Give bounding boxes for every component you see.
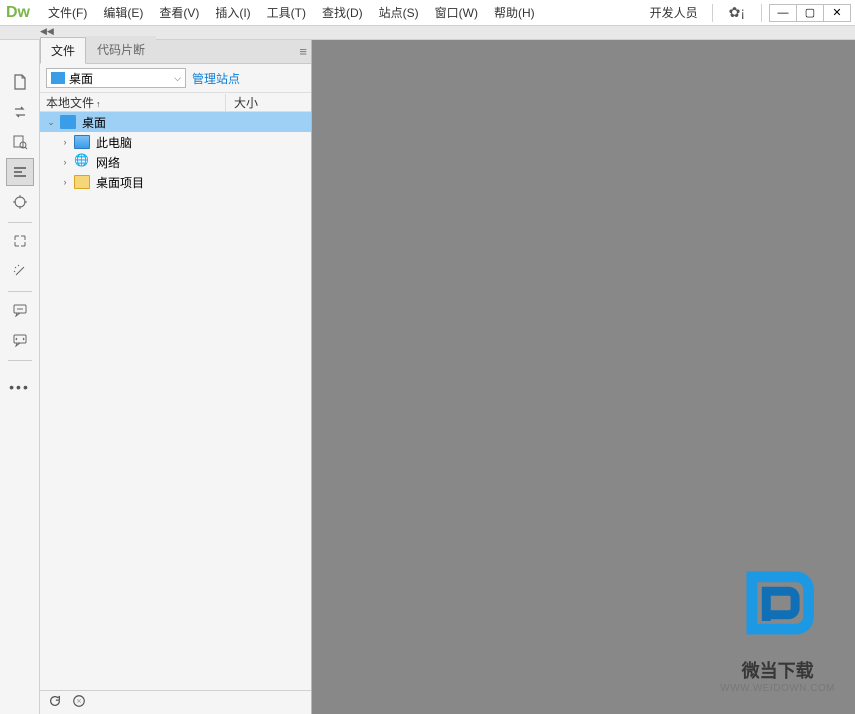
- file-list-header: 本地文件↑ 大小: [40, 92, 311, 112]
- tree-label: 桌面: [82, 114, 106, 131]
- panel-toolbar: 桌面 ⌵ 管理站点: [40, 64, 311, 92]
- expand-icon[interactable]: ›: [58, 177, 72, 187]
- menu-view[interactable]: 查看(V): [151, 0, 207, 25]
- app-logo: Dw: [6, 4, 30, 22]
- menu-tools[interactable]: 工具(T): [259, 0, 314, 25]
- collapse-icon[interactable]: ⌄: [44, 117, 58, 128]
- header-local-files[interactable]: 本地文件↑: [46, 94, 226, 111]
- panel-menu-icon[interactable]: ≡: [299, 44, 307, 59]
- computer-icon: [74, 135, 90, 149]
- menu-window[interactable]: 窗口(W): [427, 0, 486, 25]
- tree-item-folder[interactable]: › 桌面项目: [40, 172, 311, 192]
- chevron-down-icon: ⌵: [174, 73, 181, 84]
- menu-insert[interactable]: 插入(I): [207, 0, 258, 25]
- panel-collapse-icon[interactable]: ◀◀: [40, 26, 54, 37]
- expand-icon[interactable]: ›: [58, 157, 72, 167]
- close-button[interactable]: ✕: [823, 4, 851, 22]
- menu-edit[interactable]: 编辑(E): [95, 0, 151, 25]
- tool-wand-icon[interactable]: [6, 257, 34, 285]
- tool-more-icon[interactable]: •••: [6, 373, 34, 401]
- watermark-text: 微当下载: [720, 657, 835, 683]
- tool-expand-icon[interactable]: [6, 227, 34, 255]
- desktop-icon: [60, 115, 76, 129]
- tool-swap-icon[interactable]: [6, 98, 34, 126]
- menu-find[interactable]: 查找(D): [314, 0, 371, 25]
- sync-icon[interactable]: [72, 694, 86, 711]
- desktop-icon: [51, 72, 65, 84]
- menu-file[interactable]: 文件(F): [40, 0, 95, 25]
- network-icon: [74, 155, 90, 169]
- tree-label: 网络: [96, 154, 120, 171]
- menu-help[interactable]: 帮助(H): [486, 0, 543, 25]
- file-tree: ⌄ 桌面 › 此电脑 › 网络 › 桌面项目: [40, 112, 311, 690]
- tool-find-icon[interactable]: [6, 128, 34, 156]
- document-area: 微当下载 WWW.WEIDOWN.COM: [312, 40, 855, 714]
- folder-icon: [74, 175, 90, 189]
- tool-new-document-icon[interactable]: [6, 68, 34, 96]
- watermark-url: WWW.WEIDOWN.COM: [720, 683, 835, 694]
- minimize-button[interactable]: —: [769, 4, 797, 22]
- manage-sites-link[interactable]: 管理站点: [192, 70, 240, 87]
- site-dropdown[interactable]: 桌面 ⌵: [46, 68, 186, 88]
- refresh-icon[interactable]: [48, 694, 62, 711]
- left-toolbar: •••: [0, 40, 40, 714]
- maximize-button[interactable]: ▢: [796, 4, 824, 22]
- panel-footer: [40, 690, 311, 714]
- expand-icon[interactable]: ›: [58, 137, 72, 147]
- dropdown-selected: 桌面: [69, 70, 93, 87]
- tool-comment-icon[interactable]: [6, 296, 34, 324]
- tree-label: 此电脑: [96, 134, 132, 151]
- tree-label: 桌面项目: [96, 174, 144, 191]
- tool-format-icon[interactable]: [6, 158, 34, 186]
- gear-icon[interactable]: ✿¡: [717, 4, 757, 21]
- menubar: Dw 文件(F) 编辑(E) 查看(V) 插入(I) 工具(T) 查找(D) 站…: [0, 0, 855, 26]
- files-panel: 文件 代码片断 ≡ 桌面 ⌵ 管理站点 本地文件↑ 大小: [40, 40, 312, 714]
- header-size[interactable]: 大小: [226, 94, 258, 111]
- tree-item-desktop[interactable]: ⌄ 桌面: [40, 112, 311, 132]
- window-controls: — ▢ ✕: [770, 4, 851, 22]
- tree-item-computer[interactable]: › 此电脑: [40, 132, 311, 152]
- menu-site[interactable]: 站点(S): [371, 0, 427, 25]
- watermark-logo-icon: [733, 558, 823, 648]
- workspace-switcher[interactable]: 开发人员: [640, 4, 708, 21]
- tab-snippets[interactable]: 代码片断: [86, 36, 156, 63]
- panel-tabs: 文件 代码片断 ≡: [40, 40, 311, 64]
- sort-ascending-icon: ↑: [96, 99, 101, 109]
- tool-snippet-icon[interactable]: [6, 326, 34, 354]
- tool-target-icon[interactable]: [6, 188, 34, 216]
- watermark: 微当下载 WWW.WEIDOWN.COM: [720, 558, 835, 694]
- tab-files[interactable]: 文件: [40, 37, 86, 64]
- tree-item-network[interactable]: › 网络: [40, 152, 311, 172]
